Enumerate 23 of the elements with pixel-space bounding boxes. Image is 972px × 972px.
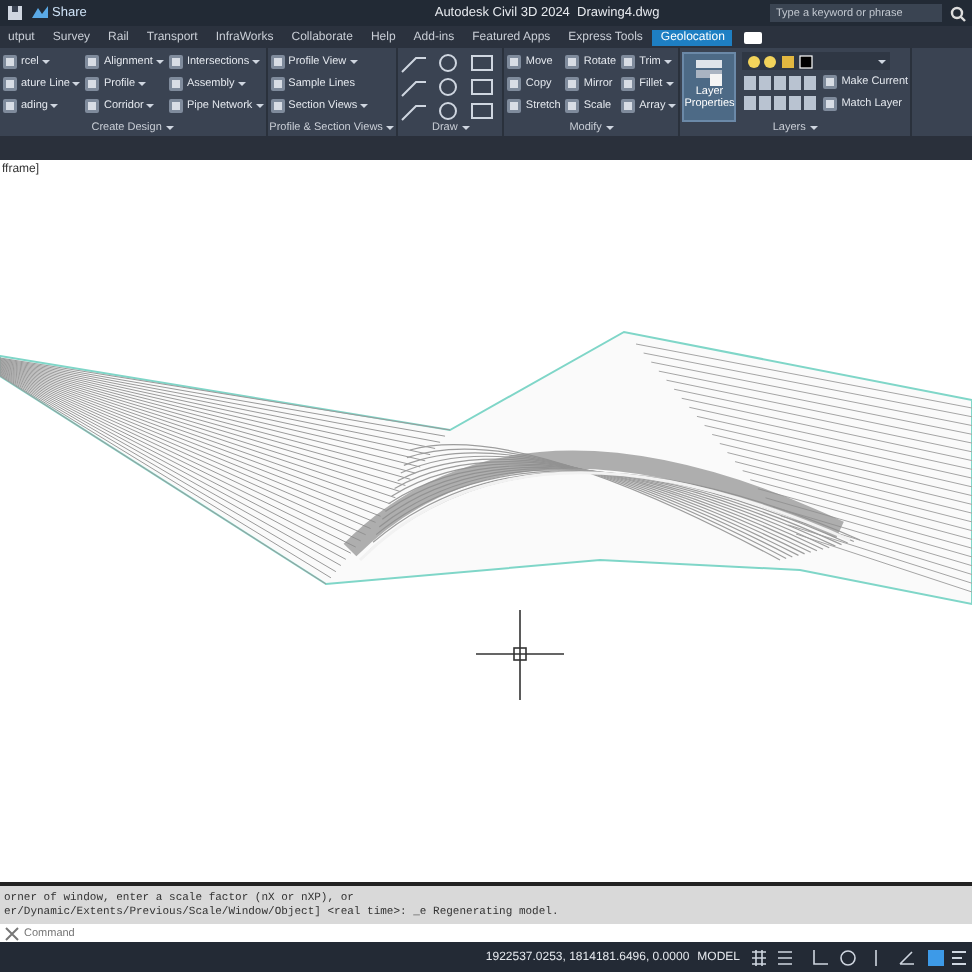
share-icon (32, 6, 48, 20)
layer-tools-icon[interactable] (742, 72, 819, 112)
caret-icon (237, 82, 246, 86)
crosshair-cursor (475, 609, 565, 701)
caret-icon (360, 104, 369, 108)
caret-icon (668, 104, 677, 108)
caret-icon (72, 82, 81, 86)
caret-icon (252, 60, 261, 64)
caret-icon (146, 104, 155, 108)
status-tools-icon[interactable] (748, 947, 968, 967)
caret-icon (665, 82, 674, 86)
save-icon[interactable] (6, 4, 24, 22)
search-icon[interactable] (950, 5, 966, 21)
caret-icon (155, 60, 164, 64)
caret-icon (41, 60, 50, 64)
close-icon[interactable] (4, 925, 20, 941)
layer-dropdown[interactable] (742, 52, 891, 70)
layers-icon (691, 58, 728, 86)
caret-icon (663, 60, 672, 64)
caret-icon (349, 60, 358, 64)
caret-icon (138, 82, 147, 86)
caret-icon (255, 104, 264, 108)
caret-icon (50, 104, 59, 108)
